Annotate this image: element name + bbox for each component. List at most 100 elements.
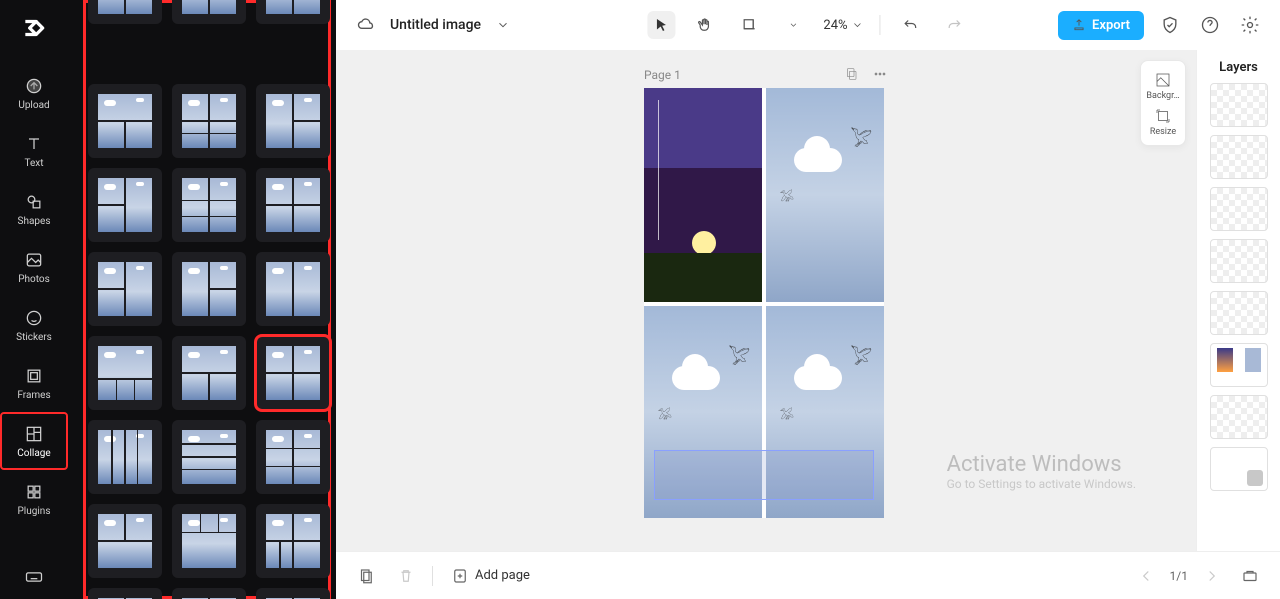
rail-label: Text <box>24 158 43 169</box>
layer-item[interactable] <box>1210 83 1268 127</box>
collage-template[interactable] <box>172 588 246 599</box>
collage-template[interactable] <box>172 84 246 158</box>
present-icon[interactable] <box>1236 562 1264 590</box>
more-page-options-icon[interactable] <box>872 66 888 86</box>
background-icon <box>1152 69 1174 91</box>
zoom-level[interactable]: 24% <box>823 18 863 33</box>
upload-icon <box>24 76 44 96</box>
add-page-button[interactable]: Add page <box>451 567 530 585</box>
collage-template[interactable] <box>172 504 246 578</box>
canvas-tools: 24% <box>647 11 968 39</box>
photos-icon <box>24 250 44 270</box>
resize-tool[interactable]: Resize <box>1143 105 1183 137</box>
collage-template[interactable] <box>256 252 330 326</box>
layer-item[interactable] <box>1210 291 1268 335</box>
prev-page-icon[interactable] <box>1132 562 1160 590</box>
collage-template[interactable] <box>88 420 162 494</box>
collage-template[interactable] <box>88 0 162 24</box>
text-icon <box>24 134 44 154</box>
title-dropdown[interactable] <box>489 11 517 39</box>
collage-templates-panel <box>68 0 336 599</box>
collage-template[interactable] <box>172 252 246 326</box>
collage-template[interactable] <box>172 336 246 410</box>
collage-template[interactable] <box>172 420 246 494</box>
collage-template[interactable] <box>256 420 330 494</box>
collage-template[interactable] <box>88 252 162 326</box>
delete-page-icon[interactable] <box>392 562 420 590</box>
app-logo[interactable] <box>18 12 50 44</box>
rail-item-upload[interactable]: Upload <box>0 64 68 122</box>
collage-template[interactable] <box>172 0 246 24</box>
topbar-right: Export <box>1058 11 1264 40</box>
collage-cell-sky[interactable]: 𓅯𓅮 <box>766 88 884 302</box>
rail-item-stickers[interactable]: Stickers <box>0 296 68 354</box>
undo-button[interactable] <box>897 11 925 39</box>
rail-item-collage[interactable]: Collage <box>0 412 68 470</box>
crop-tool[interactable] <box>735 11 763 39</box>
hand-tool[interactable] <box>691 11 719 39</box>
rail-label: Shapes <box>18 216 51 227</box>
collage-cell-sunset[interactable] <box>644 88 762 302</box>
rail-label: Frames <box>17 390 50 401</box>
collage-template[interactable] <box>88 168 162 242</box>
next-page-icon[interactable] <box>1198 562 1226 590</box>
watermark-title: Activate Windows <box>947 452 1136 477</box>
rail-label: Upload <box>18 100 49 111</box>
layer-item-photo[interactable] <box>1210 343 1268 387</box>
redo-button[interactable] <box>941 11 969 39</box>
collage-template[interactable] <box>88 588 162 599</box>
canvas-quick-tools: Backgr… Resize <box>1140 60 1186 146</box>
rail-item-plugins[interactable]: Plugins <box>0 470 68 528</box>
collage-template[interactable] <box>88 504 162 578</box>
export-button[interactable]: Export <box>1058 11 1144 40</box>
quick-label: Backgr… <box>1146 91 1179 101</box>
settings-icon[interactable] <box>1236 11 1264 39</box>
add-page-label: Add page <box>475 568 530 583</box>
document-title[interactable]: Untitled image <box>390 17 481 33</box>
frames-icon <box>24 366 44 386</box>
layer-item[interactable] <box>1210 395 1268 439</box>
rail-label: Collage <box>17 448 50 459</box>
selection-box[interactable] <box>654 450 874 500</box>
layer-bg-icon <box>1247 470 1263 486</box>
page-navigator: 1/1 <box>1132 562 1264 590</box>
background-tool[interactable]: Backgr… <box>1143 69 1183 101</box>
pages-icon[interactable] <box>352 562 380 590</box>
collage-template[interactable] <box>88 336 162 410</box>
collage-template[interactable] <box>172 168 246 242</box>
collage-template[interactable] <box>256 168 330 242</box>
divider <box>432 566 433 586</box>
canvas-page[interactable]: 𓅯𓅮 𓅯𓅮 𓅯𓅮 <box>644 88 884 518</box>
left-nav-rail: Upload Text Shapes Photos Stickers Frame… <box>0 0 68 599</box>
crop-dropdown[interactable] <box>779 11 807 39</box>
collage-template[interactable] <box>256 336 330 410</box>
quick-label: Resize <box>1150 127 1176 137</box>
rail-item-photos[interactable]: Photos <box>0 238 68 296</box>
shapes-icon <box>24 192 44 212</box>
rail-item-shapes[interactable]: Shapes <box>0 180 68 238</box>
collage-icon <box>24 424 44 444</box>
layer-item[interactable] <box>1210 187 1268 231</box>
collage-template[interactable] <box>88 84 162 158</box>
pointer-tool[interactable] <box>647 11 675 39</box>
help-icon[interactable] <box>1196 11 1224 39</box>
collage-template[interactable] <box>256 588 330 599</box>
cloud-sync-icon[interactable] <box>352 11 380 39</box>
layer-item[interactable] <box>1210 135 1268 179</box>
layers-panel: Layers <box>1196 50 1280 551</box>
collage-template[interactable] <box>256 84 330 158</box>
rail-label: Plugins <box>18 506 51 517</box>
collage-template[interactable] <box>256 504 330 578</box>
duplicate-page-icon[interactable] <box>844 66 860 86</box>
rail-item-keyboard[interactable] <box>0 559 68 599</box>
guide-line <box>658 100 659 240</box>
page-label: Page 1 <box>644 68 681 82</box>
layer-item[interactable] <box>1210 239 1268 283</box>
top-toolbar: Untitled image 24% Export <box>336 0 1280 50</box>
collage-template[interactable] <box>256 0 330 24</box>
editor-canvas-area[interactable]: Page 1 𓅯𓅮 𓅯𓅮 𓅯𓅮 Activate Windows Go to S… <box>336 50 1196 551</box>
layer-item-page[interactable] <box>1210 447 1268 491</box>
shield-icon[interactable] <box>1156 11 1184 39</box>
rail-item-frames[interactable]: Frames <box>0 354 68 412</box>
rail-item-text[interactable]: Text <box>0 122 68 180</box>
